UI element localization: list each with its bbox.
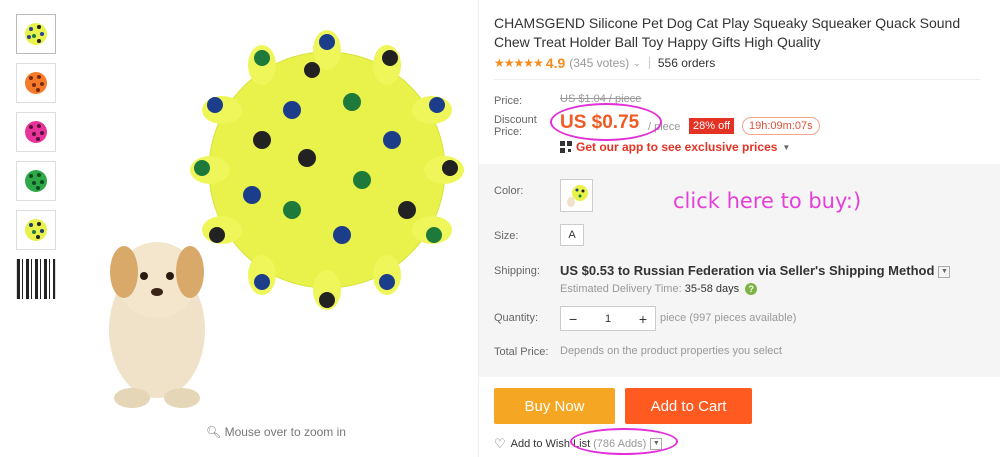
zoom-hint: 🔍︎ Mouse over to zoom in xyxy=(206,425,346,439)
heart-icon: ♡ xyxy=(494,436,506,451)
total-price-label: Total Price: xyxy=(494,346,549,358)
quantity-stepper: − 1 + xyxy=(560,306,656,331)
votes-link[interactable]: (345 votes) xyxy=(569,56,629,70)
pink-ball-image xyxy=(25,121,47,143)
star-rating-icon: ★★★★★ xyxy=(494,56,544,70)
zoom-hint-text: Mouse over to zoom in xyxy=(224,425,346,439)
yellow-ball-image xyxy=(25,23,47,45)
thumbnail-strip xyxy=(16,14,58,308)
increase-button[interactable]: + xyxy=(639,311,647,327)
app-promo-link[interactable]: Get our app to see exclusive prices ▼ xyxy=(560,140,790,154)
rating-row: ★★★★★ 4.9 (345 votes) ⌄ 556 orders xyxy=(494,55,715,71)
thumbnail-pink-ball[interactable] xyxy=(16,112,56,152)
yellow-ball-2-image xyxy=(25,219,47,241)
thumbnail-orange-ball[interactable] xyxy=(16,63,56,103)
product-page: 🔍︎ Mouse over to zoom in CHAMSGEND Silic… xyxy=(0,0,1000,457)
est-label: Estimated Delivery Time: xyxy=(560,283,682,295)
quantity-input[interactable]: 1 xyxy=(605,313,611,325)
orders-count: 556 orders xyxy=(657,56,716,70)
divider xyxy=(494,79,980,80)
product-title: CHAMSGEND Silicone Pet Dog Cat Play Sque… xyxy=(494,15,961,50)
app-promo-text: Get our app to see exclusive prices xyxy=(576,140,778,154)
quantity-available: piece (997 pieces available) xyxy=(660,312,797,324)
annotation-circle-wishlist xyxy=(570,428,678,455)
estimated-delivery: Estimated Delivery Time: 35-58 days ? xyxy=(560,283,758,296)
thumbnail-green-ball[interactable] xyxy=(16,161,56,201)
est-value: 35-58 days xyxy=(684,283,740,295)
product-illustration xyxy=(109,30,464,408)
annotation-text: click here to buy:) xyxy=(673,189,862,213)
caret-down-icon: ▼ xyxy=(782,142,791,152)
yellow-ball-puppy-icon xyxy=(566,184,588,207)
price-label: Price: xyxy=(494,95,523,107)
annotation-circle-price xyxy=(550,103,662,141)
shipping-label: Shipping: xyxy=(494,265,540,277)
discount-badge: 28% off xyxy=(689,118,735,134)
discount-label-line2: Price: xyxy=(494,126,523,138)
color-swatch-yellow-ball[interactable] xyxy=(560,179,593,212)
main-product-image[interactable] xyxy=(62,10,474,422)
thumbnail-yellow-ball[interactable] xyxy=(16,14,56,54)
decrease-button[interactable]: − xyxy=(569,311,577,327)
rating-value: 4.9 xyxy=(545,55,566,71)
size-label: Size: xyxy=(494,230,519,242)
shipping-info: US $0.53 to Russian Federation via Selle… xyxy=(560,263,951,278)
qr-code-icon xyxy=(17,259,55,299)
buy-now-button[interactable]: Buy Now xyxy=(494,388,615,424)
color-label: Color: xyxy=(494,185,524,197)
qr-code-icon xyxy=(560,141,572,153)
discount-label-line1: Discount xyxy=(494,114,537,126)
shipping-text: US $0.53 to Russian Federation via Selle… xyxy=(560,263,935,278)
countdown-timer: 19h:09m:07s xyxy=(742,117,820,135)
chevron-down-icon[interactable]: ⌄ xyxy=(633,58,641,69)
green-ball-image xyxy=(25,170,47,192)
thumbnail-yellow-ball-2[interactable] xyxy=(16,210,56,250)
separator xyxy=(648,57,650,69)
thumbnail-qr-code[interactable] xyxy=(16,259,56,299)
quantity-label: Quantity: xyxy=(494,312,539,324)
add-to-cart-button[interactable]: Add to Cart xyxy=(625,388,752,424)
search-icon: 🔍︎ xyxy=(206,425,222,439)
help-icon[interactable]: ? xyxy=(745,283,758,296)
size-option-a[interactable]: A xyxy=(560,224,584,246)
total-price-value: Depends on the product properties you se… xyxy=(560,345,782,357)
chevron-down-icon[interactable]: ▼ xyxy=(938,265,951,278)
orange-ball-image xyxy=(25,72,47,94)
